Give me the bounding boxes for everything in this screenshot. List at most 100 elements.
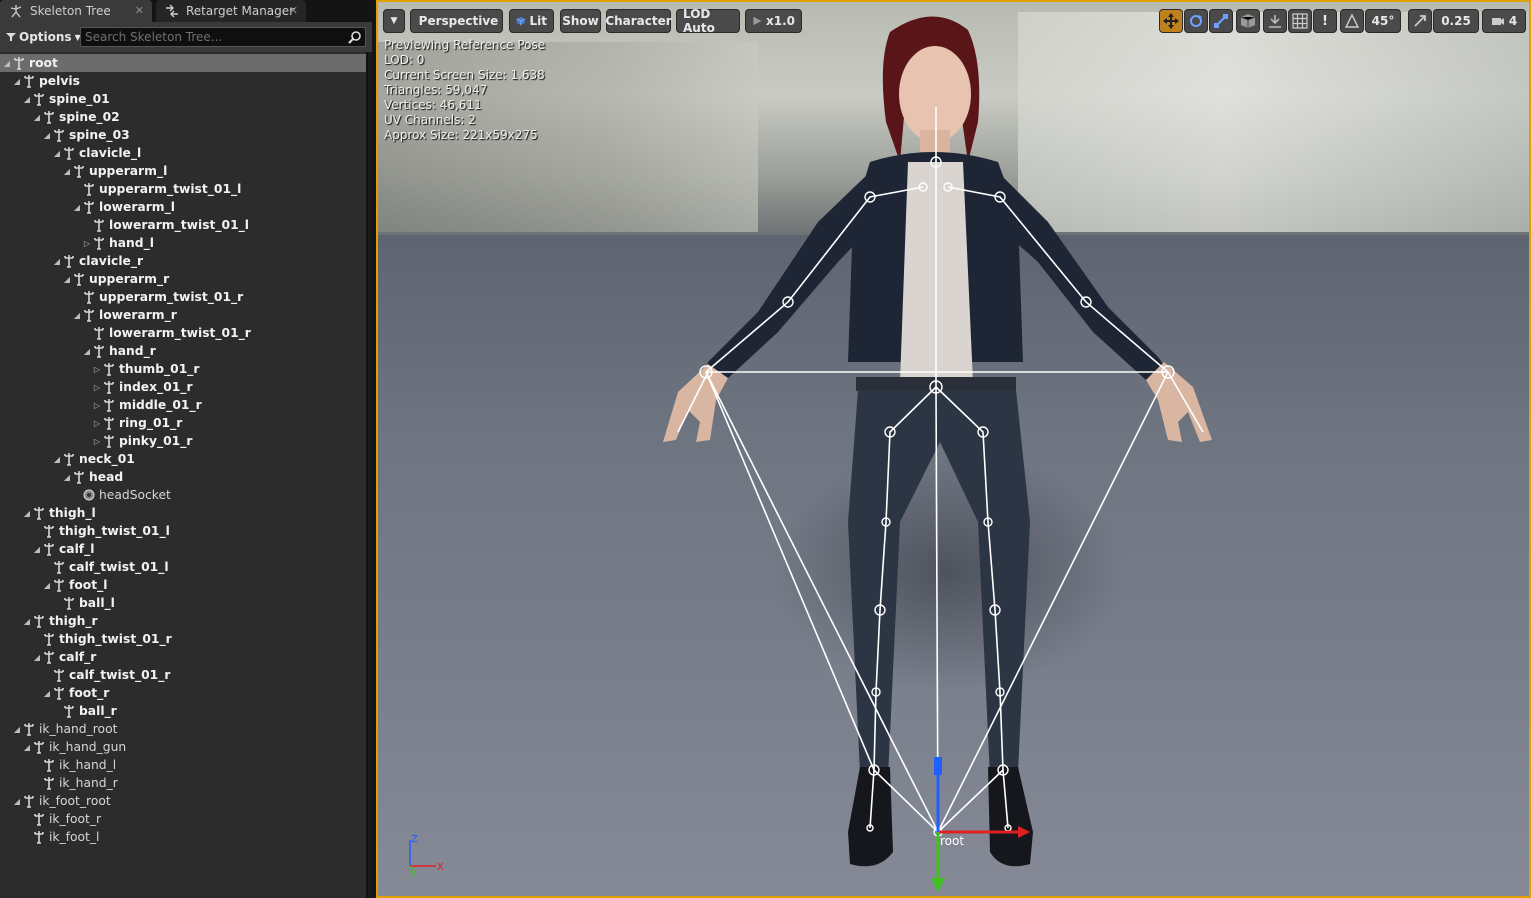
tree-row[interactable]: thigh_twist_01_r [0,630,366,648]
expanded-arrow-icon[interactable]: ◢ [12,725,22,734]
tree-row[interactable]: headSocket [0,486,366,504]
collapsed-arrow-icon[interactable]: ▷ [92,437,102,446]
tree-row[interactable]: ▷ middle_01_r [0,396,366,414]
close-icon[interactable]: ✕ [289,4,298,17]
tree-row[interactable]: ◢ upperarm_l [0,162,366,180]
tree-row[interactable]: lowerarm_twist_01_l [0,216,366,234]
expanded-arrow-icon[interactable]: ◢ [2,59,12,68]
tree-row[interactable]: ▷ pinky_01_r [0,432,366,450]
viewport[interactable]: root ▼ Perspective Lit Show Character LO… [376,0,1531,898]
rotation-snap-value[interactable]: 45° [1365,9,1401,33]
expanded-arrow-icon[interactable]: ◢ [22,95,32,104]
collapsed-arrow-icon[interactable]: ▷ [92,419,102,428]
tree-row[interactable]: ◢ ik_foot_root [0,792,366,810]
show-button[interactable]: Show [560,9,601,33]
expanded-arrow-icon[interactable]: ◢ [32,653,42,662]
expanded-arrow-icon[interactable]: ◢ [22,743,32,752]
scale-mode-button[interactable] [1209,9,1233,33]
scale-snap-button[interactable] [1408,9,1432,33]
collapsed-arrow-icon[interactable]: ▷ [92,401,102,410]
expanded-arrow-icon[interactable]: ◢ [62,167,72,176]
tree-row[interactable]: ik_foot_r [0,810,366,828]
expanded-arrow-icon[interactable]: ◢ [42,689,52,698]
world-local-button[interactable] [1236,9,1260,33]
tree-row[interactable]: ▷ hand_l [0,234,366,252]
tab-retarget-manager[interactable]: Retarget Manager ✕ [156,0,306,22]
tree-row[interactable]: ◢ spine_02 [0,108,366,126]
tree-row[interactable]: ball_r [0,702,366,720]
expanded-arrow-icon[interactable]: ◢ [22,617,32,626]
expanded-arrow-icon[interactable]: ◢ [52,149,62,158]
lod-button[interactable]: LOD Auto [676,7,740,35]
camera-speed-button[interactable]: 4 [1482,9,1526,33]
tree-row[interactable]: ◢ root [0,54,366,72]
playrate-button[interactable]: x1.0 [745,9,802,33]
expanded-arrow-icon[interactable]: ◢ [12,77,22,86]
tree-row[interactable]: ◢ pelvis [0,72,366,90]
grid-size-button[interactable]: ! [1313,9,1337,33]
character-button[interactable]: Character [605,9,672,33]
tree-row[interactable]: ◢ thigh_l [0,504,366,522]
tree-row[interactable]: lowerarm_twist_01_r [0,324,366,342]
tree-row[interactable]: ◢ lowerarm_r [0,306,366,324]
tree-row[interactable]: calf_twist_01_l [0,558,366,576]
tree-row[interactable]: ◢ foot_l [0,576,366,594]
tree-row[interactable]: ▷ ring_01_r [0,414,366,432]
tree-row[interactable]: ◢ foot_r [0,684,366,702]
expanded-arrow-icon[interactable]: ◢ [12,797,22,806]
tree-row[interactable]: ik_foot_l [0,828,366,846]
expanded-arrow-icon[interactable]: ◢ [52,257,62,266]
expanded-arrow-icon[interactable]: ◢ [62,275,72,284]
options-button[interactable]: Options ▼ [6,28,81,46]
tree-row[interactable]: ◢ clavicle_l [0,144,366,162]
tree-row[interactable]: ◢ ik_hand_root [0,720,366,738]
search-input[interactable] [81,28,341,46]
tree-row[interactable]: ◢ clavicle_r [0,252,366,270]
scale-snap-value[interactable]: 0.25 [1433,9,1479,33]
tree-row[interactable]: calf_twist_01_r [0,666,366,684]
rotate-mode-button[interactable] [1184,9,1208,33]
tree-row[interactable]: ▷ index_01_r [0,378,366,396]
lit-button[interactable]: Lit [509,9,554,33]
tree-row[interactable]: ◢ spine_03 [0,126,366,144]
collapsed-arrow-icon[interactable]: ▷ [92,365,102,374]
expanded-arrow-icon[interactable]: ◢ [22,509,32,518]
tree-row[interactable]: ◢ neck_01 [0,450,366,468]
tree-row[interactable]: ◢ calf_r [0,648,366,666]
expanded-arrow-icon[interactable]: ◢ [32,545,42,554]
tree-row[interactable]: ◢ spine_01 [0,90,366,108]
expanded-arrow-icon[interactable]: ◢ [72,203,82,212]
expanded-arrow-icon[interactable]: ◢ [52,455,62,464]
grid-snap-button[interactable] [1288,9,1312,33]
surface-snap-button[interactable] [1263,9,1287,33]
collapsed-arrow-icon[interactable]: ▷ [82,239,92,248]
tree-row[interactable]: ik_hand_l [0,756,366,774]
search-icon[interactable] [348,30,362,44]
expanded-arrow-icon[interactable]: ◢ [72,311,82,320]
tree-row[interactable]: thigh_twist_01_l [0,522,366,540]
expanded-arrow-icon[interactable]: ◢ [42,131,52,140]
collapsed-arrow-icon[interactable]: ▷ [92,383,102,392]
tree-row[interactable]: ◢ ik_hand_gun [0,738,366,756]
tree-row[interactable]: ◢ thigh_r [0,612,366,630]
expanded-arrow-icon[interactable]: ◢ [42,581,52,590]
tree-row[interactable]: ik_hand_r [0,774,366,792]
character-preview[interactable]: root [378,2,1531,898]
close-icon[interactable]: ✕ [135,4,144,17]
tree-row[interactable]: upperarm_twist_01_l [0,180,366,198]
tree-row[interactable]: ◢ upperarm_r [0,270,366,288]
tree-row[interactable]: ball_l [0,594,366,612]
tree-row[interactable]: ◢ head [0,468,366,486]
expanded-arrow-icon[interactable]: ◢ [82,347,92,356]
tree-row[interactable]: ◢ calf_l [0,540,366,558]
rotation-snap-button[interactable] [1340,9,1364,33]
perspective-button[interactable]: Perspective [410,9,503,33]
translate-mode-button[interactable] [1159,9,1183,33]
tree-row[interactable]: upperarm_twist_01_r [0,288,366,306]
expanded-arrow-icon[interactable]: ◢ [62,473,72,482]
tree-row[interactable]: ▷ thumb_01_r [0,360,366,378]
tab-skeleton-tree[interactable]: Skeleton Tree ✕ [0,0,152,22]
tree-row[interactable]: ◢ hand_r [0,342,366,360]
viewport-menu-button[interactable]: ▼ [383,9,405,33]
expanded-arrow-icon[interactable]: ◢ [32,113,42,122]
